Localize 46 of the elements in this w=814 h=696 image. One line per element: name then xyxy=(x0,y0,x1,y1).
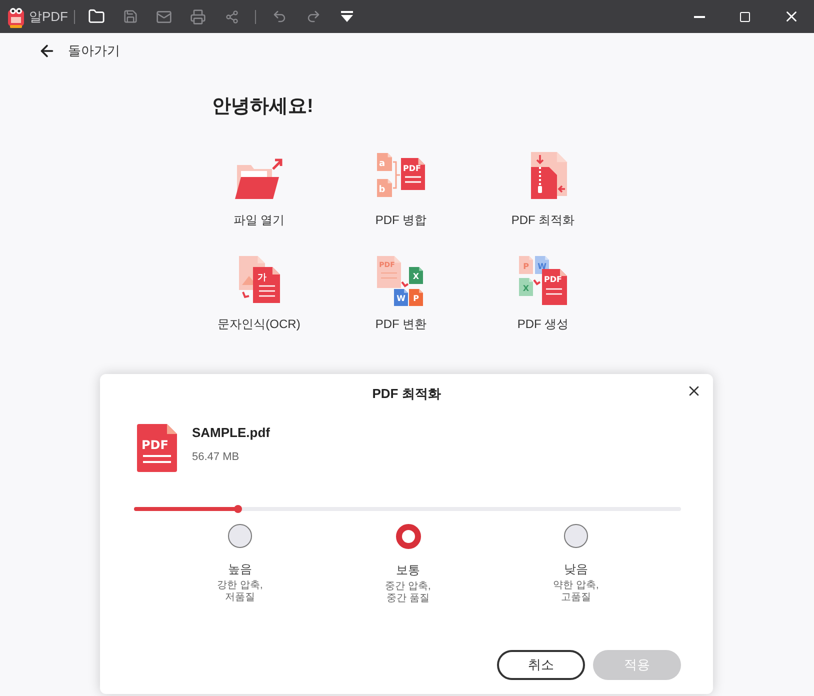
option-description: 강한 압축, 저품질 xyxy=(217,580,263,604)
envelope-icon xyxy=(156,8,172,24)
pdf-file-icon: PDF xyxy=(542,269,567,305)
document-icon: W xyxy=(394,289,408,306)
radio-button[interactable] xyxy=(228,524,252,548)
file-name: SAMPLE.pdf xyxy=(192,424,270,442)
radio-button[interactable] xyxy=(564,524,588,548)
option-label: 보통 xyxy=(396,562,420,579)
radio-button[interactable] xyxy=(396,524,420,549)
dialog-title: PDF 최적화 xyxy=(371,385,442,403)
compression-slider[interactable] xyxy=(134,504,681,514)
pdf-file-icon: PDF xyxy=(401,158,425,190)
folder-icon xyxy=(88,8,104,25)
caret-icon xyxy=(341,11,353,22)
connector-line xyxy=(392,161,401,189)
document-icon: X xyxy=(409,267,423,284)
pdf-file-icon: PDF xyxy=(137,424,177,472)
option-description: 약한 압축, 고품질 xyxy=(553,580,599,604)
tool-tile[interactable]: P W X PDF PDF 생성 xyxy=(472,255,614,333)
document-icon: P xyxy=(409,289,423,306)
app-name: 알PDF xyxy=(29,8,68,26)
minimize-icon xyxy=(694,16,704,18)
document-icon: X xyxy=(519,278,533,296)
undo-icon xyxy=(272,9,286,24)
document-icon: 가 xyxy=(253,267,280,303)
redo-icon xyxy=(306,9,320,24)
slider-thumb[interactable] xyxy=(234,505,242,513)
printer-icon xyxy=(190,8,206,24)
cancel-button[interactable]: 취소 xyxy=(497,650,585,680)
option-description: 중간 압축, 중간 품질 xyxy=(385,581,431,605)
app-logo-icon xyxy=(6,6,26,28)
option-label: 높음 xyxy=(228,561,252,578)
back-link[interactable]: 돌아가기 xyxy=(38,41,120,60)
tool-tile[interactable]: PDF 최적화 xyxy=(472,151,614,229)
document-icon: a xyxy=(377,153,392,171)
greeting-heading: 안녕하세요! xyxy=(212,94,314,118)
share-icon xyxy=(225,10,239,24)
file-size: 56.47 MB xyxy=(192,450,240,464)
tool-tile[interactable]: 파일 열기 xyxy=(188,151,330,229)
option-label: 낮음 xyxy=(564,561,588,578)
save-icon xyxy=(122,9,138,24)
document-icon: P xyxy=(519,256,533,274)
maximize-icon xyxy=(739,10,751,22)
document-icon: b xyxy=(377,179,392,197)
tool-tile[interactable]: a b PDF PDF 병합 xyxy=(330,151,472,229)
tool-tile[interactable]: 가 문자인식(OCR) xyxy=(188,255,330,333)
